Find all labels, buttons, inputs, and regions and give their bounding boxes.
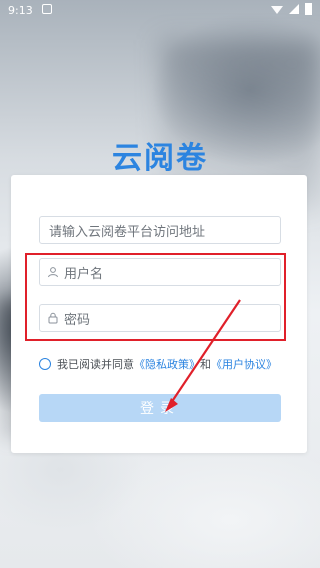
user-agreement-link[interactable]: 《用户协议》 xyxy=(211,356,277,372)
status-bar: 9:13 xyxy=(0,0,320,22)
agreement-row: 我已阅读并同意 《隐私政策》 和 《用户协议》 xyxy=(39,356,277,372)
app-title: 云阅卷 xyxy=(112,141,208,176)
login-card: 请输入云阅卷平台访问地址 用户名 密码 我已阅读并同意 《隐私政策》 和 《用户… xyxy=(11,175,307,453)
notification-icon xyxy=(42,4,52,14)
password-input[interactable]: 密码 xyxy=(39,304,281,332)
agreement-prefix: 我已阅读并同意 xyxy=(57,358,134,371)
login-button[interactable]: 登录 xyxy=(39,394,281,422)
lock-icon xyxy=(48,312,58,324)
user-icon xyxy=(48,267,58,278)
wifi-icon xyxy=(271,6,283,14)
status-time: 9:13 xyxy=(8,4,33,17)
privacy-policy-link[interactable]: 《隐私政策》 xyxy=(134,356,200,372)
server-url-placeholder: 请输入云阅卷平台访问地址 xyxy=(49,224,206,240)
username-input[interactable]: 用户名 xyxy=(39,258,281,286)
battery-icon xyxy=(305,3,312,15)
agreement-conjunction: 和 xyxy=(200,358,211,371)
agreement-checkbox[interactable] xyxy=(39,358,51,370)
signal-icon xyxy=(289,4,299,14)
status-right-icons xyxy=(271,3,312,15)
server-url-input[interactable]: 请输入云阅卷平台访问地址 xyxy=(39,216,281,244)
username-placeholder: 用户名 xyxy=(64,266,104,282)
password-placeholder: 密码 xyxy=(64,312,91,328)
